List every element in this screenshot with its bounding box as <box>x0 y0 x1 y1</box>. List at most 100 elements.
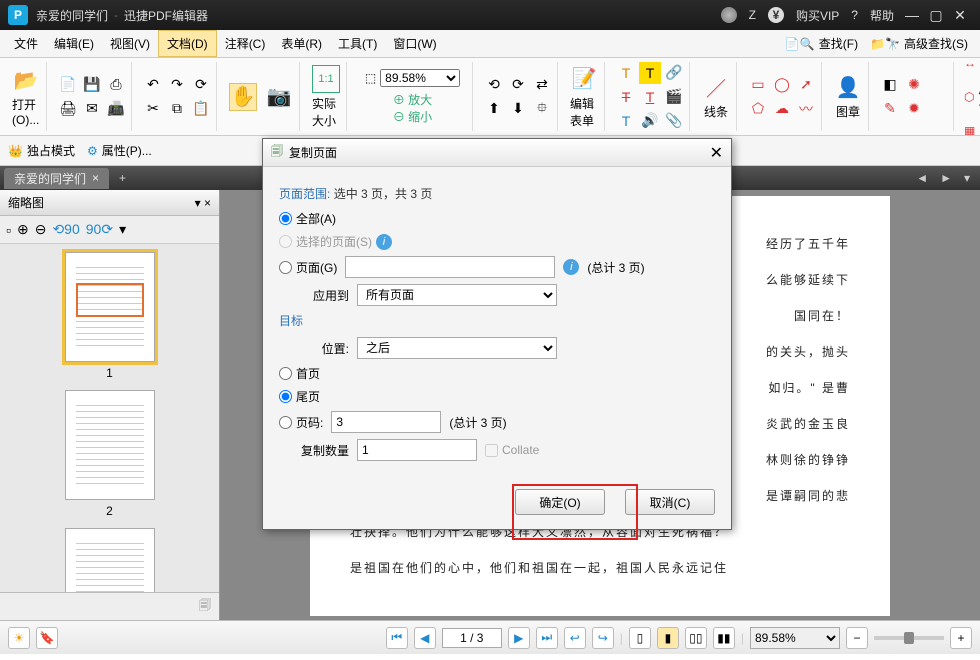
nav-back-button[interactable]: ↩ <box>564 627 586 649</box>
zoom-out-btn[interactable]: − <box>846 627 868 649</box>
tab-left-icon[interactable]: ◄ <box>910 171 934 185</box>
info-icon[interactable]: i <box>376 234 392 250</box>
copy-icon[interactable]: ⧉ <box>166 98 188 120</box>
thumbnail-2[interactable]: 2 <box>65 390 155 518</box>
zoom-combo[interactable]: 89.58% <box>750 627 840 649</box>
actual-size-button[interactable]: 1:1实际大小 <box>310 63 342 131</box>
burst-icon[interactable]: ✺ <box>903 74 925 96</box>
print-icon[interactable]: 🖨 <box>57 98 79 120</box>
mail-icon[interactable]: ✉ <box>81 98 103 120</box>
single-page-icon[interactable]: ▯ <box>629 627 651 649</box>
radio-last[interactable]: 尾页 <box>279 388 320 405</box>
saveas-icon[interactable]: ⎙ <box>105 74 127 96</box>
menu-document[interactable]: 文档(D) <box>158 30 217 57</box>
radio-pageno[interactable]: 页码: <box>279 414 323 431</box>
underline-icon[interactable]: T <box>639 86 661 108</box>
perimeter-tool[interactable]: ⬡周长 <box>964 80 980 114</box>
currency-icon[interactable]: ¥ <box>768 7 784 23</box>
hand-tool[interactable]: ✋ <box>227 81 259 113</box>
cont-facing-icon[interactable]: ▮▮ <box>713 627 735 649</box>
polyline-icon[interactable]: 〰 <box>795 98 817 120</box>
fit-width-icon[interactable]: ⬚ <box>365 71 376 85</box>
nav-fwd-button[interactable]: ↪ <box>592 627 614 649</box>
buy-vip-link[interactable]: 购买VIP <box>796 7 839 24</box>
rotate-left-icon[interactable]: ⟲ <box>483 74 505 96</box>
eraser-icon[interactable]: ◧ <box>879 74 901 96</box>
stack-icon[interactable]: 🗐 <box>199 596 211 617</box>
zoom-select[interactable]: 89.58% <box>380 69 460 87</box>
polygon-icon[interactable]: ⬠ <box>747 98 769 120</box>
pageno-input[interactable] <box>331 411 441 433</box>
menu-comment[interactable]: 注释(C) <box>217 31 274 56</box>
highlight-icon[interactable]: T <box>639 62 661 84</box>
rotate-right-icon[interactable]: ⟳ <box>507 74 529 96</box>
goto-icon[interactable]: ⯐ <box>531 98 553 120</box>
page-up-icon[interactable]: ⬆ <box>483 98 505 120</box>
thumb-rotleft-icon[interactable]: ⟲90 <box>52 221 79 238</box>
continuous-icon[interactable]: ▮ <box>657 627 679 649</box>
position-select[interactable]: 之后 <box>357 337 557 359</box>
minimize-button[interactable]: ― <box>900 7 924 23</box>
radio-first[interactable]: 首页 <box>279 365 320 382</box>
pencil-icon[interactable]: ✎ <box>879 98 901 120</box>
attach-icon[interactable]: 📎 <box>663 110 685 132</box>
rect-icon[interactable]: ▭ <box>747 74 769 96</box>
redo-icon[interactable]: ↷ <box>166 74 188 96</box>
pages-input[interactable] <box>345 256 555 278</box>
first-page-button[interactable]: ⏮ <box>386 627 408 649</box>
thumbnail-1[interactable]: 1 <box>65 252 155 380</box>
find-button[interactable]: 📄🔍查找(F) <box>779 33 864 54</box>
thumb-new-icon[interactable]: ▫ <box>6 222 11 238</box>
refresh-icon[interactable]: ⟳ <box>190 74 212 96</box>
thumb-rotright-icon[interactable]: 90⟳ <box>86 221 113 238</box>
tab-menu-icon[interactable]: ▾ <box>958 171 976 185</box>
paste-icon[interactable]: 📋 <box>190 98 212 120</box>
radio-pages[interactable]: 页面(G) <box>279 259 337 276</box>
edit-form-button[interactable]: 📝编辑表单 <box>568 63 600 131</box>
menu-view[interactable]: 视图(V) <box>102 31 158 56</box>
radio-all[interactable]: 全部(A) <box>279 210 336 227</box>
options-icon[interactable]: ☀ <box>8 627 30 649</box>
new-icon[interactable]: 📄 <box>57 74 79 96</box>
prev-page-button[interactable]: ◀ <box>414 627 436 649</box>
movie-icon[interactable]: 🎬 <box>663 86 685 108</box>
dialog-close-button[interactable]: ✕ <box>710 143 723 163</box>
close-button[interactable]: ✕ <box>948 7 972 24</box>
radio-selected[interactable]: 选择的页面(S) i <box>279 233 392 250</box>
user-label[interactable]: Z <box>749 8 756 22</box>
stamp-button[interactable]: 👤图章 <box>832 71 864 122</box>
tab-right-icon[interactable]: ► <box>934 171 958 185</box>
distance-tool[interactable]: ↔距离 <box>964 58 980 80</box>
facing-icon[interactable]: ▯▯ <box>685 627 707 649</box>
help-icon[interactable]: ? <box>851 8 858 22</box>
zoom-slider[interactable] <box>874 636 944 640</box>
advanced-find-button[interactable]: 📁🔭高级查找(S) <box>864 33 974 54</box>
edit-text-icon[interactable]: T <box>615 62 637 84</box>
collate-checkbox[interactable]: Collate <box>485 443 539 457</box>
lines-button[interactable]: ／线条 <box>700 71 732 122</box>
exclusive-mode-button[interactable]: 👑独占模式 <box>8 142 75 159</box>
sound-icon[interactable]: 🔊 <box>639 110 661 132</box>
properties-button[interactable]: ⚙属性(P)... <box>87 142 152 159</box>
flip-icon[interactable]: ⇄ <box>531 74 553 96</box>
menu-file[interactable]: 文件 <box>6 31 46 56</box>
tab-close-icon[interactable]: × <box>92 171 99 185</box>
caret-icon[interactable]: T <box>615 110 637 132</box>
burst2-icon[interactable]: ✹ <box>903 98 925 120</box>
zoom-in-button[interactable]: ⊕ 放大 <box>393 91 432 108</box>
zoom-out-button[interactable]: ⊖ 缩小 <box>393 108 432 125</box>
link-icon[interactable]: 🔗 <box>663 62 685 84</box>
next-page-button[interactable]: ▶ <box>508 627 530 649</box>
cloud-icon[interactable]: ☁ <box>771 98 793 120</box>
menu-window[interactable]: 窗口(W) <box>385 31 444 56</box>
snapshot-tool[interactable]: 📷 <box>263 81 295 113</box>
last-page-button[interactable]: ⏭ <box>536 627 558 649</box>
page-down-icon[interactable]: ⬇ <box>507 98 529 120</box>
ok-button[interactable]: 确定(O) <box>515 489 605 515</box>
undo-icon[interactable]: ↶ <box>142 74 164 96</box>
globe-icon[interactable] <box>721 7 737 23</box>
page-input[interactable] <box>442 628 502 648</box>
scan-icon[interactable]: 📠 <box>105 98 127 120</box>
menu-form[interactable]: 表单(R) <box>273 31 330 56</box>
tab-add-button[interactable]: + <box>113 169 132 187</box>
